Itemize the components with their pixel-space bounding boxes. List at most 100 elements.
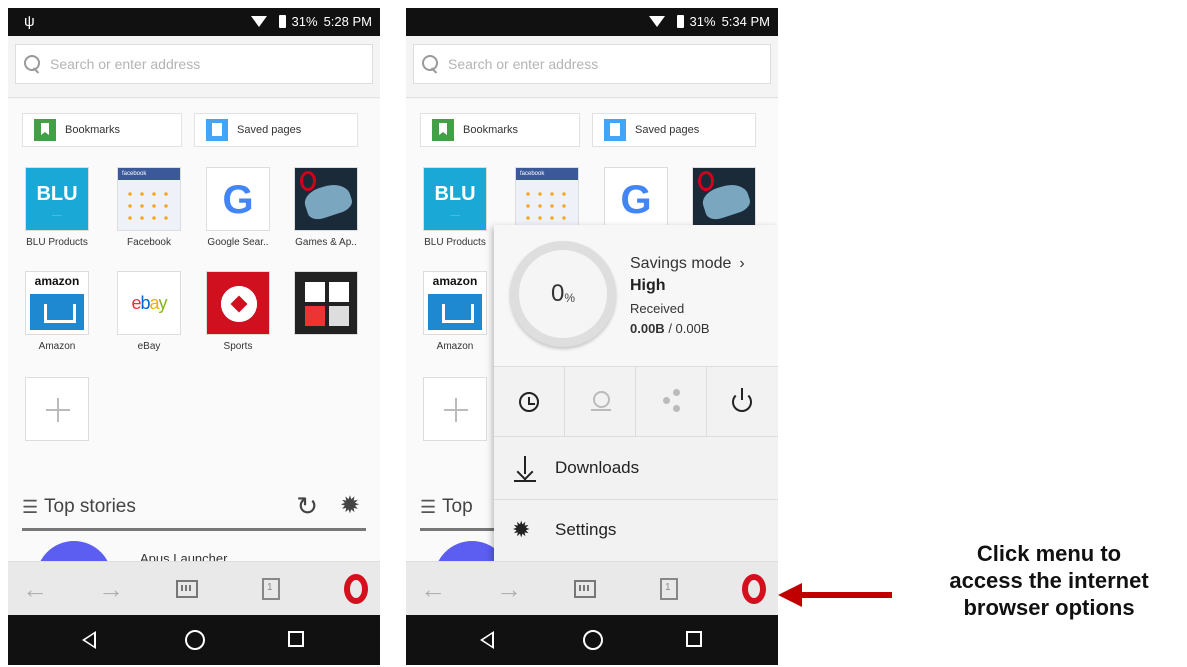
top-stories-header: ☰ Top stories ↻ ✹ [22, 483, 366, 531]
saved-pages-button[interactable]: Saved pages [592, 113, 756, 147]
status-bar: 31% 5:34 PM [406, 8, 778, 36]
speed-dial-games[interactable] [684, 167, 764, 231]
saved-page-icon [604, 119, 626, 141]
nav-home-icon[interactable] [185, 630, 205, 650]
bookmarks-button[interactable]: Bookmarks [22, 113, 182, 147]
search-placeholder: Search or enter address [50, 56, 201, 72]
nav-back-icon[interactable] [480, 631, 494, 649]
download-icon [514, 456, 536, 482]
facebook-bar: facebook [118, 168, 180, 180]
power-icon [732, 388, 752, 412]
savings-mode-label[interactable]: Savings mode › [630, 255, 745, 273]
google-logo-icon: G [206, 167, 270, 231]
menu-icon-row [494, 367, 778, 437]
usb-icon: ψ [24, 13, 35, 30]
blu-logo-icon: BLU ····· [25, 167, 89, 231]
speed-dial-google[interactable]: G Google Sear.. [198, 167, 278, 248]
speed-dial-games[interactable]: Games & Ap.. [286, 167, 366, 248]
bookmarks-label: Bookmarks [65, 124, 121, 136]
address-bar-area: Search or enter address [8, 36, 380, 98]
add-speed-dial-button[interactable] [17, 377, 97, 441]
google-logo-icon: G [604, 167, 668, 231]
bookmarks-label: Bookmarks [463, 124, 519, 136]
blu-logo-text: BLU [36, 183, 78, 205]
games-car-icon [692, 167, 756, 231]
back-arrow-icon[interactable]: ← [420, 574, 446, 604]
blu-logo-icon: BLU ····· [423, 167, 487, 231]
speed-dial-amazon[interactable]: amazon Amazon [17, 271, 97, 352]
tile-label: Amazon [38, 341, 76, 352]
exit-button[interactable] [707, 367, 778, 437]
search-placeholder: Search or enter address [448, 56, 599, 72]
menu-item-settings[interactable]: ✹ Settings [494, 500, 778, 562]
add-speed-dial-button[interactable] [415, 377, 495, 441]
bookmarks-button[interactable]: Bookmarks [420, 113, 580, 147]
wifi-icon [648, 16, 665, 27]
callout-line-3: browser options [963, 595, 1135, 620]
speed-dial-facebook[interactable]: facebook [507, 167, 587, 231]
savings-ring: 0 % [510, 241, 616, 347]
speed-dial-icon[interactable] [574, 580, 596, 598]
find-in-page-button[interactable] [565, 367, 636, 437]
opera-menu-icon[interactable] [742, 574, 766, 604]
nav-home-icon[interactable] [583, 630, 603, 650]
tile-label: eBay [137, 341, 161, 352]
received-total: 0.00B [675, 321, 710, 336]
top-stories-title: Top stories [44, 496, 136, 517]
callout-arrow-icon [778, 583, 892, 607]
back-arrow-icon[interactable]: ← [22, 574, 48, 604]
tile-label: Amazon [436, 341, 474, 352]
speed-dial-blu[interactable]: BLU ····· BLU Products [17, 167, 97, 248]
opera-menu-icon[interactable] [344, 574, 368, 604]
phone-screen-left: ψ 31% 5:28 PM Search or enter address Bo… [8, 8, 380, 665]
android-nav-bar [8, 615, 380, 665]
android-nav-bar [406, 615, 778, 665]
share-icon [663, 389, 681, 413]
amazon-logo-text: amazon [432, 274, 478, 288]
saved-pages-label: Saved pages [635, 124, 700, 136]
speed-dial-folder[interactable] [286, 271, 366, 335]
status-bar: ψ 31% 5:28 PM [8, 8, 380, 36]
tabs-icon[interactable] [660, 578, 678, 600]
search-input[interactable]: Search or enter address [413, 44, 771, 84]
list-icon: ☰ [22, 497, 39, 517]
battery-icon [278, 15, 286, 28]
speed-dial-facebook[interactable]: facebook Facebook [109, 167, 189, 248]
saved-pages-button[interactable]: Saved pages [194, 113, 358, 147]
received-label: Received [630, 301, 685, 316]
forward-arrow-icon[interactable]: → [98, 574, 124, 604]
speed-dial-sports[interactable]: Sports [198, 271, 278, 352]
speed-dial-amazon[interactable]: amazon Amazon [415, 271, 495, 352]
search-input[interactable]: Search or enter address [15, 44, 373, 84]
tile-label: Games & Ap.. [295, 237, 357, 248]
savings-mode-panel[interactable]: 0 % Savings mode › High Received 0.00B / … [494, 225, 778, 367]
forward-arrow-icon[interactable]: → [496, 574, 522, 604]
refresh-icon[interactable]: ↻ [296, 491, 318, 522]
blu-logo-text: BLU [434, 183, 476, 205]
history-button[interactable] [494, 367, 565, 437]
received-amount: 0.00B / 0.00B [630, 321, 710, 336]
nav-recents-icon[interactable] [288, 631, 304, 647]
saved-pages-label: Saved pages [237, 124, 302, 136]
savings-mode-text: Savings mode [630, 255, 732, 272]
top-stories-title: Top [442, 496, 473, 517]
battery-percent: 31% [689, 14, 716, 29]
gear-icon[interactable]: ✹ [340, 491, 360, 520]
speed-dial-ebay[interactable]: ebay eBay [109, 271, 189, 352]
nav-back-icon[interactable] [82, 631, 96, 649]
share-button[interactable] [636, 367, 707, 437]
savings-level: High [630, 277, 666, 294]
speed-dial-icon[interactable] [176, 580, 198, 598]
speed-dial-blu[interactable]: BLU ····· BLU Products [415, 167, 495, 248]
address-bar-area: Search or enter address [406, 36, 778, 98]
tabs-icon[interactable] [262, 578, 280, 600]
tile-label: Facebook [127, 237, 171, 248]
facebook-thumbnail-icon: facebook [117, 167, 181, 231]
nav-recents-icon[interactable] [686, 631, 702, 647]
browser-toolbar: ← → [406, 561, 778, 615]
speed-dial-google[interactable]: G [596, 167, 676, 231]
plus-icon [423, 377, 487, 441]
status-time: 5:28 PM [323, 14, 372, 29]
amazon-cart-icon: amazon [25, 271, 89, 335]
menu-item-downloads[interactable]: Downloads [494, 438, 778, 500]
